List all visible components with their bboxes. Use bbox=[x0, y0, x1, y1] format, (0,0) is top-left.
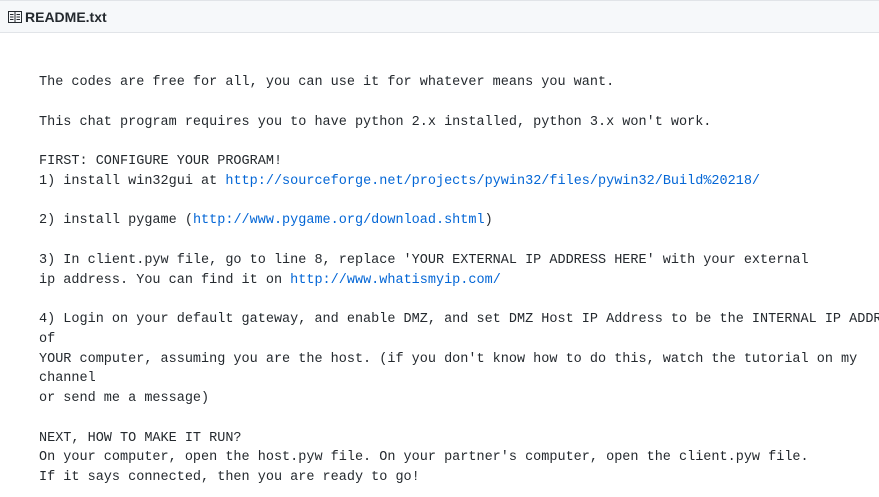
text-line: The codes are free for all, you can use … bbox=[39, 73, 879, 93]
link[interactable]: http://sourceforge.net/projects/pywin32/… bbox=[225, 174, 760, 189]
text-line bbox=[39, 231, 879, 251]
text-line: YOUR computer, assuming you are the host… bbox=[39, 350, 879, 370]
text-line: 2) install pygame (http://www.pygame.org… bbox=[39, 211, 879, 231]
text-line: of bbox=[39, 330, 879, 350]
text-line bbox=[39, 290, 879, 310]
text-line: ip address. You can find it on http://ww… bbox=[39, 271, 879, 291]
text-segment: 4) Login on your default gateway, and en… bbox=[39, 312, 879, 327]
text-segment: YOUR computer, assuming you are the host… bbox=[39, 351, 858, 367]
text-segment: of bbox=[39, 331, 56, 347]
text-line: 4) Login on your default gateway, and en… bbox=[39, 310, 879, 330]
text-segment: 2) install pygame ( bbox=[39, 213, 193, 229]
text-line: or send me a message) bbox=[39, 389, 879, 409]
text-line bbox=[39, 93, 879, 113]
text-line: 1) install win32gui at http://sourceforg… bbox=[39, 172, 879, 192]
text-segment: FIRST: CONFIGURE YOUR PROGRAM! bbox=[39, 154, 283, 169]
link[interactable]: http://www.pygame.org/download.shtml bbox=[193, 213, 485, 228]
text-segment: The codes are free for all, you can use … bbox=[39, 75, 615, 90]
text-line: On your computer, open the host.pyw file… bbox=[39, 448, 879, 468]
text-segment: 1) install win32gui at bbox=[39, 173, 226, 189]
file-title: README.txt bbox=[25, 8, 107, 25]
file-header: README.txt bbox=[0, 0, 879, 33]
readme-content: The codes are free for all, you can use … bbox=[0, 33, 879, 488]
text-segment: This chat program requires you to have p… bbox=[39, 114, 712, 130]
text-line: channel bbox=[39, 369, 879, 389]
text-segment: ip address. You can find it on bbox=[39, 272, 291, 288]
text-line: This chat program requires you to have p… bbox=[39, 113, 879, 133]
text-line: If it says connected, then you are ready… bbox=[39, 468, 879, 488]
text-line bbox=[39, 132, 879, 152]
text-line bbox=[39, 192, 879, 212]
text-line bbox=[39, 409, 879, 429]
text-line: 3) In client.pyw file, go to line 8, rep… bbox=[39, 251, 879, 271]
text-segment: On your computer, open the host.pyw file… bbox=[39, 450, 809, 466]
text-segment: NEXT, HOW TO MAKE IT RUN? bbox=[39, 430, 242, 446]
text-segment: If it says connected, then you are ready… bbox=[39, 470, 420, 485]
link[interactable]: http://www.whatismyip.com/ bbox=[290, 273, 501, 288]
text-segment: 3) In client.pyw file, go to line 8, rep… bbox=[39, 252, 809, 268]
text-segment: channel bbox=[39, 371, 96, 387]
book-icon bbox=[8, 10, 22, 23]
text-line: FIRST: CONFIGURE YOUR PROGRAM! bbox=[39, 152, 879, 172]
text-segment: or send me a message) bbox=[39, 391, 210, 406]
text-line: NEXT, HOW TO MAKE IT RUN? bbox=[39, 429, 879, 449]
text-segment: ) bbox=[484, 213, 493, 229]
